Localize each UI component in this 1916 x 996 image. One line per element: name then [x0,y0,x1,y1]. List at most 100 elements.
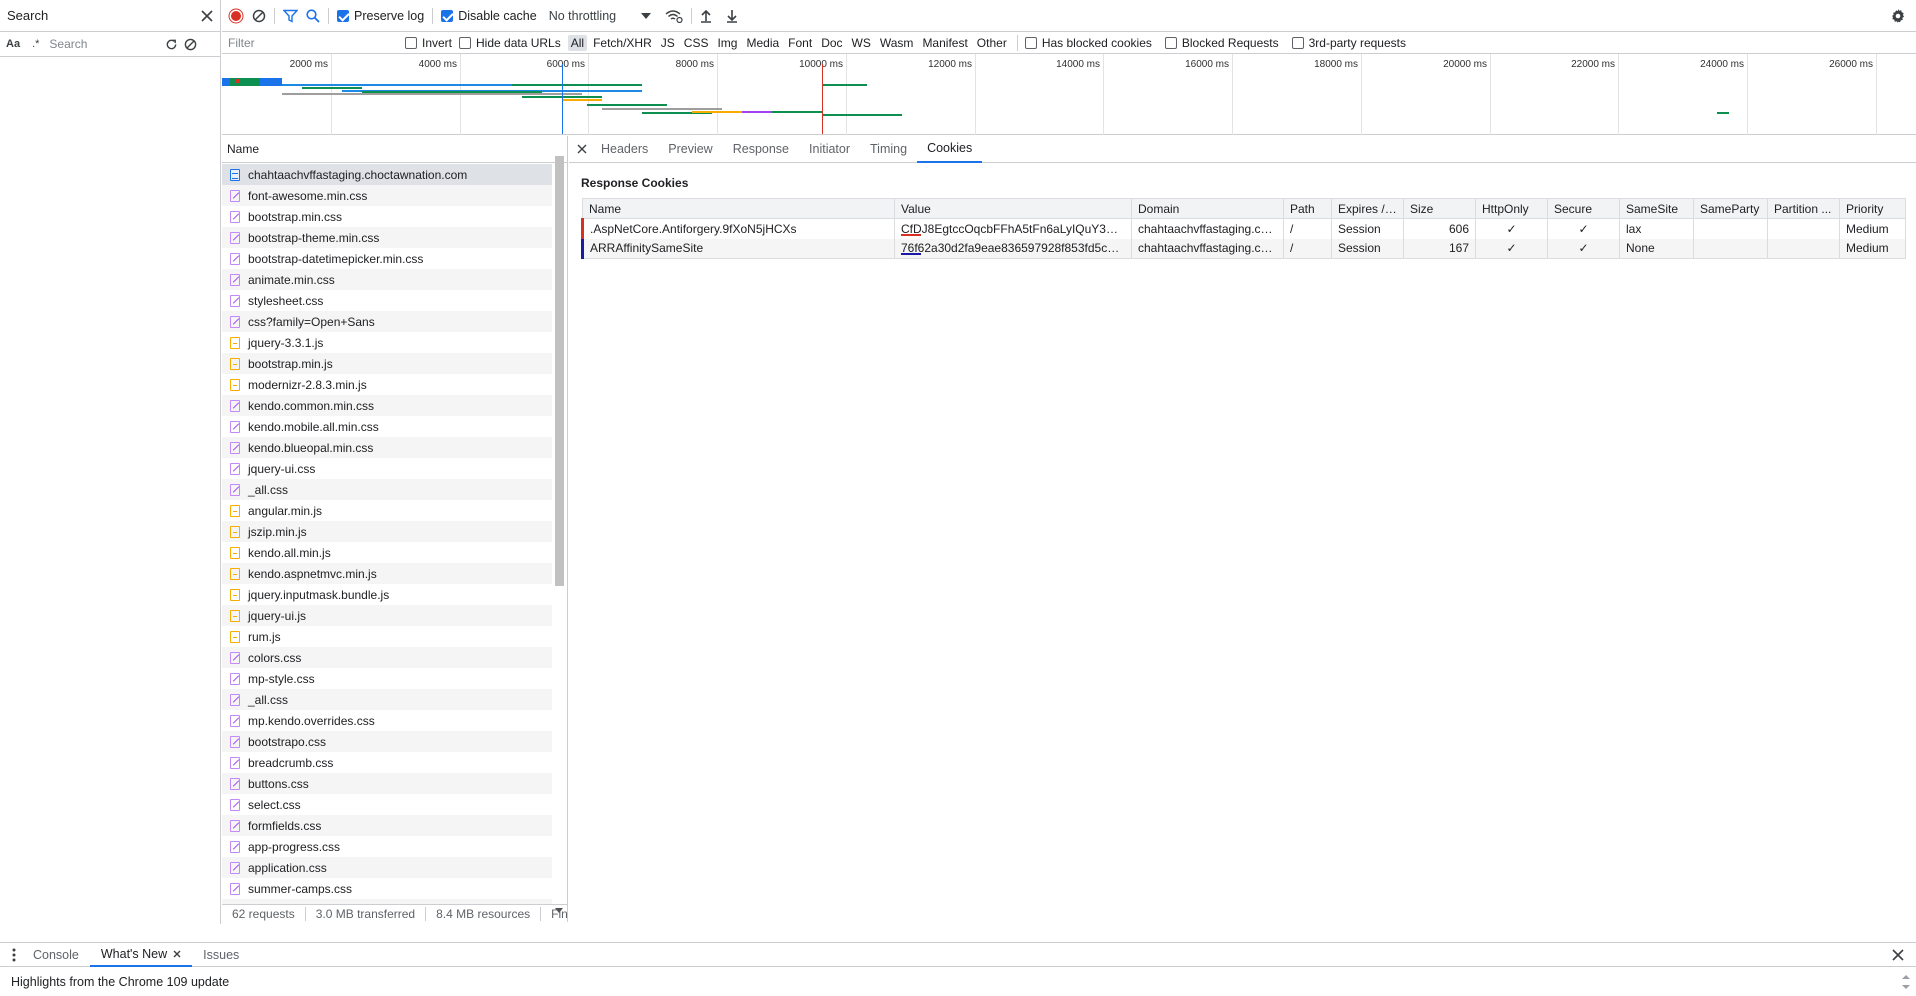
request-row[interactable]: css?family=Open+Sans [222,311,552,332]
request-row[interactable]: stylesheet.css [222,290,552,311]
drawer-tab-issues[interactable]: Issues [192,943,250,967]
column-header[interactable]: Path [1283,198,1332,219]
close-icon[interactable] [577,144,591,154]
column-header[interactable]: Partition ... [1767,198,1840,219]
invert-checkbox[interactable]: Invert [405,36,452,50]
request-row[interactable]: formfields.css [222,815,552,836]
regex-toggle[interactable]: .* [28,38,43,50]
request-row[interactable]: chahtaachvffastaging.choctawnation.com [222,164,552,185]
request-row[interactable]: summer-camps.css [222,878,552,899]
tab-response[interactable]: Response [723,136,799,163]
throttling-select[interactable]: No throttling [549,9,652,23]
request-row[interactable]: kendo.common.min.css [222,395,552,416]
tab-preview[interactable]: Preview [658,136,722,163]
request-row[interactable]: breadcrumb.css [222,752,552,773]
record-icon[interactable] [228,8,244,24]
type-filter-font[interactable]: Font [785,35,815,51]
column-header[interactable]: Size [1403,198,1476,219]
type-filter-wasm[interactable]: Wasm [877,35,917,51]
close-icon[interactable] [201,9,213,22]
request-row[interactable]: rum.js [222,626,552,647]
tab-headers[interactable]: Headers [591,136,658,163]
request-row[interactable]: animate.min.css [222,269,552,290]
drawer-tab-console[interactable]: Console [22,943,90,967]
column-header[interactable]: Expires / ... [1331,198,1404,219]
gear-icon[interactable] [1890,8,1906,24]
disable-cache-checkbox[interactable]: Disable cache [441,9,537,23]
request-row[interactable]: mp-style.css [222,668,552,689]
blocked-requests-checkbox[interactable]: Blocked Requests [1164,36,1279,50]
checkbox-unchecked[interactable] [1024,36,1037,49]
request-row[interactable]: kendo.mobile.all.min.css [222,416,552,437]
cookie-row[interactable]: .AspNetCore.Antiforgery.9fXoN5jHCXs CfDJ8… [581,218,1906,239]
type-filter-manifest[interactable]: Manifest [919,35,970,51]
column-header[interactable]: SameParty [1693,198,1768,219]
clear-log-icon[interactable] [252,9,266,23]
request-row[interactable]: jquery-3.3.1.js [222,332,552,353]
checkbox-unchecked[interactable] [1164,36,1177,49]
export-har-icon[interactable] [726,9,738,23]
import-har-icon[interactable] [700,9,712,23]
search-input[interactable] [49,34,160,54]
filter-input[interactable] [228,35,398,50]
request-row[interactable]: kendo.aspnetmvc.min.js [222,563,552,584]
scrollbar[interactable] [553,146,565,913]
request-row[interactable]: bootstrapo.css [222,731,552,752]
clear-icon[interactable] [184,38,197,51]
request-row[interactable]: mp.kendo.overrides.css [222,710,552,731]
request-row[interactable]: jquery-ui.css [222,458,552,479]
request-row[interactable]: modernizr-2.8.3.min.js [222,374,552,395]
tab-initiator[interactable]: Initiator [799,136,860,163]
more-tools-icon[interactable] [6,948,22,962]
type-filter-media[interactable]: Media [743,35,782,51]
network-overview-timeline[interactable]: 2000 ms 4000 ms 6000 ms 8000 ms 10000 ms 1200… [222,54,1916,135]
close-tab-icon[interactable] [173,950,181,958]
type-filter-css[interactable]: CSS [681,35,712,51]
checkbox-checked[interactable] [441,9,454,22]
column-header[interactable]: Name [582,198,895,219]
column-header[interactable]: Domain [1131,198,1284,219]
checkbox-checked[interactable] [337,9,349,22]
type-filter-other[interactable]: Other [974,35,1010,51]
column-header[interactable]: HttpOnly [1475,198,1548,219]
has-blocked-cookies-checkbox[interactable]: Has blocked cookies [1024,36,1152,50]
close-drawer-icon[interactable] [1892,949,1904,961]
request-row[interactable]: bootstrap.min.js [222,353,552,374]
checkbox-unchecked[interactable] [459,36,472,49]
type-filter-img[interactable]: Img [714,35,740,51]
request-row[interactable]: select.css [222,794,552,815]
request-row[interactable]: kendo.all.min.js [222,542,552,563]
column-header[interactable]: Secure [1547,198,1620,219]
refresh-icon[interactable] [165,38,178,51]
network-conditions-icon[interactable] [665,9,683,23]
request-row[interactable]: font-awesome.min.css [222,185,552,206]
request-row[interactable]: _all.css [222,689,552,710]
request-row[interactable]: kendo.blueopal.min.css [222,437,552,458]
request-row[interactable]: application.css [222,857,552,878]
checkbox-unchecked[interactable] [405,36,417,49]
request-row[interactable]: _all.css [222,479,552,500]
resize-handle-icon[interactable] [1902,975,1910,989]
match-case-toggle[interactable]: Aa [4,38,22,50]
request-row[interactable]: bootstrap.min.css [222,206,552,227]
request-row[interactable]: bootstrap-theme.min.css [222,227,552,248]
request-row[interactable]: jszip.min.js [222,521,552,542]
name-column-header[interactable]: Name [227,142,259,156]
request-row[interactable]: buttons.css [222,773,552,794]
column-header[interactable]: SameSite [1619,198,1694,219]
request-row[interactable]: app-progress.css [222,836,552,857]
type-filter-js[interactable]: JS [658,35,678,51]
scroll-thumb[interactable] [555,156,564,586]
column-header[interactable]: Value [894,198,1132,219]
type-filter-doc[interactable]: Doc [818,35,845,51]
cookie-row[interactable]: ARRAffinitySameSite 76f62a30d2fa9eae83659… [581,238,1906,259]
column-header[interactable]: Priority [1839,198,1906,219]
request-list-header[interactable]: Name [222,136,567,163]
request-row[interactable]: jquery.inputmask.bundle.js [222,584,552,605]
request-row[interactable]: colors.css [222,647,552,668]
tab-timing[interactable]: Timing [860,136,917,163]
type-filter-ws[interactable]: WS [849,35,874,51]
preserve-log-checkbox[interactable]: Preserve log [337,9,424,23]
third-party-checkbox[interactable]: 3rd-party requests [1291,36,1406,50]
tab-cookies[interactable]: Cookies [917,136,983,163]
